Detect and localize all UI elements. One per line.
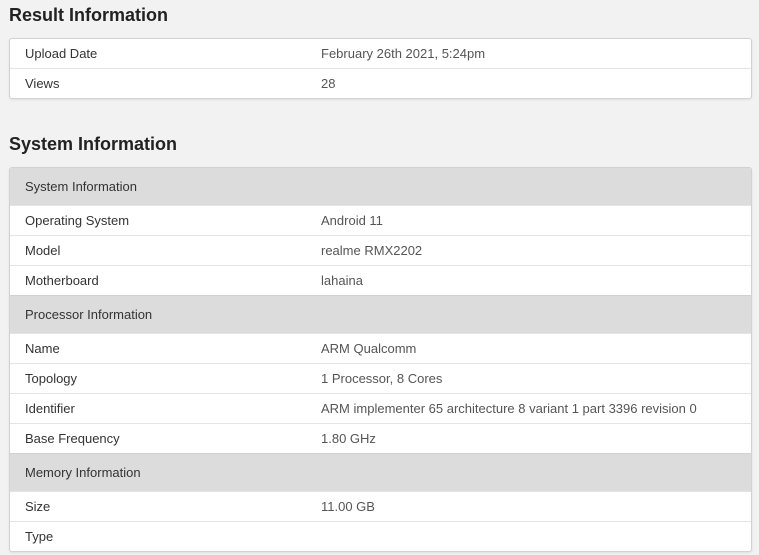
- table-row-views: Views 28: [10, 68, 751, 98]
- system-information-table: System Information Operating System Andr…: [9, 167, 752, 552]
- system-information-title: System Information: [9, 134, 178, 154]
- group-header-label: System Information: [25, 179, 137, 194]
- table-row-base-frequency: Base Frequency 1.80 GHz: [10, 423, 751, 453]
- memory-size-label: Size: [25, 499, 51, 514]
- table-row-processor-name: Name ARM Qualcomm: [10, 333, 751, 363]
- motherboard-label: Motherboard: [25, 273, 99, 288]
- table-row-motherboard: Motherboard lahaina: [10, 265, 751, 295]
- views-value: 28: [321, 76, 336, 91]
- group-header-label: Processor Information: [25, 307, 153, 322]
- table-row-memory-size: Size 11.00 GB: [10, 491, 751, 521]
- table-row-operating-system: Operating System Android 11: [10, 205, 751, 235]
- views-label: Views: [25, 76, 60, 91]
- upload-date-label: Upload Date: [25, 46, 98, 61]
- operating-system-value: Android 11: [321, 213, 383, 228]
- memory-size-value: 11.00 GB: [321, 499, 375, 514]
- base-frequency-label: Base Frequency: [25, 431, 120, 446]
- table-row-memory-type: Type: [10, 521, 751, 551]
- motherboard-value: lahaina: [321, 273, 363, 288]
- group-header-system-information: System Information: [10, 168, 751, 205]
- table-row-upload-date: Upload Date February 26th 2021, 5:24pm: [10, 39, 751, 68]
- table-row-identifier: Identifier ARM implementer 65 architectu…: [10, 393, 751, 423]
- operating-system-label: Operating System: [25, 213, 130, 228]
- memory-type-label: Type: [25, 529, 54, 544]
- model-label: Model: [25, 243, 61, 258]
- group-header-label: Memory Information: [25, 465, 141, 480]
- processor-name-label: Name: [25, 341, 60, 356]
- table-row-model: Model realme RMX2202: [10, 235, 751, 265]
- result-information-title: Result Information: [9, 5, 169, 25]
- group-header-processor-information: Processor Information: [10, 295, 751, 333]
- processor-name-value: ARM Qualcomm: [321, 341, 417, 356]
- base-frequency-value: 1.80 GHz: [321, 431, 376, 446]
- identifier-label: Identifier: [25, 401, 75, 416]
- table-row-topology: Topology 1 Processor, 8 Cores: [10, 363, 751, 393]
- upload-date-value: February 26th 2021, 5:24pm: [321, 46, 486, 61]
- topology-value: 1 Processor, 8 Cores: [321, 371, 443, 386]
- topology-label: Topology: [25, 371, 78, 386]
- identifier-value: ARM implementer 65 architecture 8 varian…: [321, 401, 697, 416]
- model-value: realme RMX2202: [321, 243, 423, 258]
- group-header-memory-information: Memory Information: [10, 453, 751, 491]
- result-information-table: Upload Date February 26th 2021, 5:24pm V…: [9, 38, 752, 99]
